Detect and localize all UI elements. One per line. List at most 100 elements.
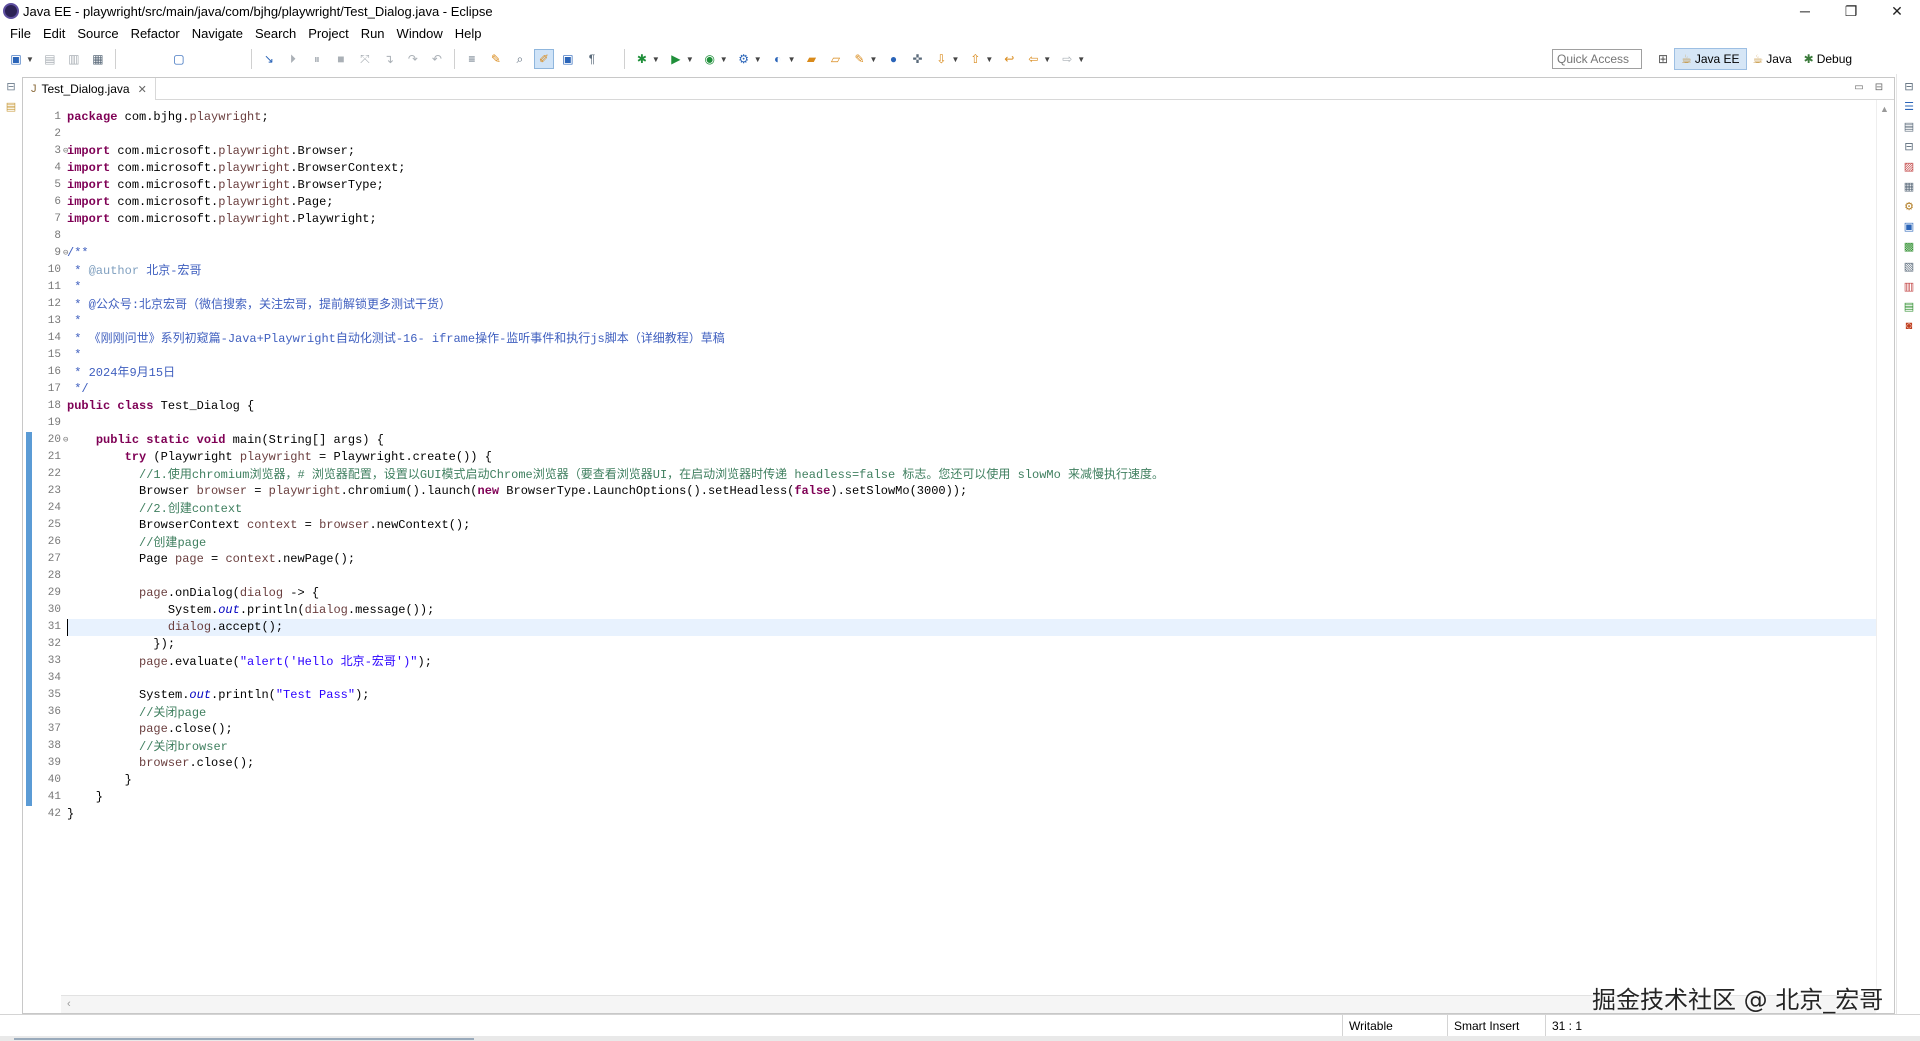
menu-source[interactable]: Source <box>71 26 124 41</box>
restore-view-icon[interactable]: ⊟ <box>1901 78 1917 94</box>
debug-icon[interactable]: ✱ <box>632 49 652 69</box>
task-list-icon[interactable]: ▤ <box>1901 118 1917 134</box>
step-over-icon[interactable]: ↷ <box>403 49 423 69</box>
menu-file[interactable]: File <box>4 26 37 41</box>
search-dropdown-icon[interactable]: ▼ <box>870 55 878 64</box>
code-line[interactable]: Page page = context.newPage(); <box>67 551 1887 568</box>
code-line[interactable]: import com.microsoft.playwright.BrowserC… <box>67 160 1887 177</box>
code-line[interactable]: //1.使用chromium浏览器，# 浏览器配置，设置以GUI模式启动Chro… <box>67 466 1887 483</box>
save-all-icon[interactable]: ▥ <box>64 49 84 69</box>
code-line[interactable]: * <box>67 279 1887 296</box>
code-line[interactable] <box>67 670 1887 687</box>
code-line[interactable]: page.onDialog(dialog -> { <box>67 585 1887 602</box>
perspective-java-ee[interactable]: ☕ Java EE <box>1674 48 1747 70</box>
forward-dropdown-icon[interactable]: ▼ <box>1077 55 1085 64</box>
perspective-debug[interactable]: ✱ Debug <box>1798 48 1858 70</box>
close-icon[interactable]: ✕ <box>138 83 147 96</box>
code-line[interactable]: public static void main(String[] args) { <box>67 432 1887 449</box>
next-annotation-dropdown-icon[interactable]: ▼ <box>951 55 959 64</box>
markers-icon[interactable]: ▨ <box>1901 158 1917 174</box>
code-line[interactable]: * <box>67 313 1887 330</box>
code-line[interactable]: * @author 北京-宏哥 <box>67 262 1887 279</box>
vertical-scrollbar[interactable]: ▲ <box>1876 100 1894 992</box>
new-java-class-icon[interactable]: ◐ <box>768 49 788 69</box>
show-whitespace-icon[interactable]: ¶ <box>582 49 602 69</box>
maximize-view-icon[interactable]: ⊟ <box>1872 80 1886 94</box>
minimize-view-icon[interactable]: ▭ <box>1852 80 1866 94</box>
menu-navigate[interactable]: Navigate <box>186 26 249 41</box>
restore-view-icon[interactable]: ⊟ <box>3 78 19 94</box>
quick-access-input[interactable] <box>1552 49 1642 69</box>
code-line[interactable]: import com.microsoft.playwright.Playwrig… <box>67 211 1887 228</box>
code-line[interactable] <box>67 228 1887 245</box>
coverage-icon[interactable]: ◉ <box>700 49 720 69</box>
code-line[interactable]: * 2024年9月15日 <box>67 364 1887 381</box>
code-line[interactable]: } <box>67 806 1887 823</box>
open-type-icon[interactable]: ✎ <box>486 49 506 69</box>
restore-view-icon[interactable]: ⊟ <box>1901 138 1917 154</box>
next-annotation-icon[interactable]: ⇩ <box>931 49 951 69</box>
skip-breakpoints-icon[interactable]: ↘ <box>259 49 279 69</box>
search-marks-icon[interactable]: ⌕ <box>510 49 530 69</box>
console-icon[interactable]: ▣ <box>1901 218 1917 234</box>
code-line[interactable]: package com.bjhg.playwright; <box>67 109 1887 126</box>
properties-icon[interactable]: ▦ <box>1901 178 1917 194</box>
mark-occurrences-icon[interactable]: ✐ <box>533 49 554 69</box>
code-line[interactable]: import com.microsoft.playwright.Page; <box>67 194 1887 211</box>
run-dropdown-icon[interactable]: ▼ <box>686 55 694 64</box>
outline-icon[interactable]: ☰ <box>1901 98 1917 114</box>
step-into-icon[interactable]: ↴ <box>379 49 399 69</box>
menu-refactor[interactable]: Refactor <box>125 26 186 41</box>
data-source-icon[interactable]: ▩ <box>1901 238 1917 254</box>
code-line[interactable]: page.close(); <box>67 721 1887 738</box>
new-icon[interactable]: ▣ <box>6 49 26 69</box>
search-icon[interactable]: ✎ <box>850 49 870 69</box>
debug-dropdown-icon[interactable]: ▼ <box>652 55 660 64</box>
code-line[interactable]: BrowserContext context = browser.newCont… <box>67 517 1887 534</box>
code-line[interactable]: import com.microsoft.playwright.BrowserT… <box>67 177 1887 194</box>
back-icon[interactable]: ⇦ <box>1023 49 1043 69</box>
code-line[interactable]: browser.close(); <box>67 755 1887 772</box>
code-line[interactable] <box>67 126 1887 143</box>
step-return-icon[interactable]: ↶ <box>427 49 447 69</box>
code-line[interactable] <box>67 415 1887 432</box>
forward-icon[interactable]: ⇨ <box>1057 49 1077 69</box>
code-line[interactable]: * 《刚刚问世》系列初窥篇-Java+Playwright自动化测试-16- i… <box>67 330 1887 347</box>
code-line[interactable]: //关闭browser <box>67 738 1887 755</box>
scroll-up-icon[interactable]: ▲ <box>1880 104 1889 114</box>
menu-help[interactable]: Help <box>449 26 488 41</box>
block-selection-icon[interactable]: ▣ <box>558 49 578 69</box>
code-line[interactable]: import com.microsoft.playwright.Browser; <box>67 143 1887 160</box>
code-line[interactable]: } <box>67 789 1887 806</box>
editor-tab-test-dialog[interactable]: J Test_Dialog.java ✕ <box>23 78 156 100</box>
external-tools-icon[interactable]: ⚙ <box>734 49 754 69</box>
restore-button[interactable]: ❐ <box>1828 0 1874 22</box>
run-icon[interactable]: ▶ <box>666 49 686 69</box>
code-line[interactable] <box>67 568 1887 585</box>
code-line[interactable]: * <box>67 347 1887 364</box>
coverage-dropdown-icon[interactable]: ▼ <box>720 55 728 64</box>
code-line[interactable]: page.evaluate("alert('Hello 北京-宏哥')"); <box>67 653 1887 670</box>
open-console-icon[interactable]: ▢ <box>169 49 189 69</box>
new-dropdown-icon[interactable]: ▼ <box>26 55 34 64</box>
prev-annotation-dropdown-icon[interactable]: ▼ <box>985 55 993 64</box>
menu-window[interactable]: Window <box>391 26 449 41</box>
code-line[interactable]: System.out.println(dialog.message()); <box>67 602 1887 619</box>
code-line[interactable]: System.out.println("Test Pass"); <box>67 687 1887 704</box>
code-line[interactable]: //2.创建context <box>67 500 1887 517</box>
code-line[interactable]: Browser browser = playwright.chromium().… <box>67 483 1887 500</box>
code-line[interactable]: */ <box>67 381 1887 398</box>
snippets-icon[interactable]: ▧ <box>1901 258 1917 274</box>
perspective-java[interactable]: ☕ Java <box>1747 48 1798 70</box>
code-line[interactable]: //关闭page <box>67 704 1887 721</box>
back-dropdown-icon[interactable]: ▼ <box>1043 55 1051 64</box>
last-edit-icon[interactable]: ↩ <box>999 49 1019 69</box>
new-class-dropdown-icon[interactable]: ▼ <box>788 55 796 64</box>
annotation-icon[interactable]: ✜ <box>907 49 927 69</box>
menu-project[interactable]: Project <box>302 26 354 41</box>
code-line[interactable]: public class Test_Dialog { <box>67 398 1887 415</box>
menu-run[interactable]: Run <box>355 26 391 41</box>
menu-edit[interactable]: Edit <box>37 26 71 41</box>
toggle-block-icon[interactable]: ≡ <box>462 49 482 69</box>
menu-search[interactable]: Search <box>249 26 302 41</box>
